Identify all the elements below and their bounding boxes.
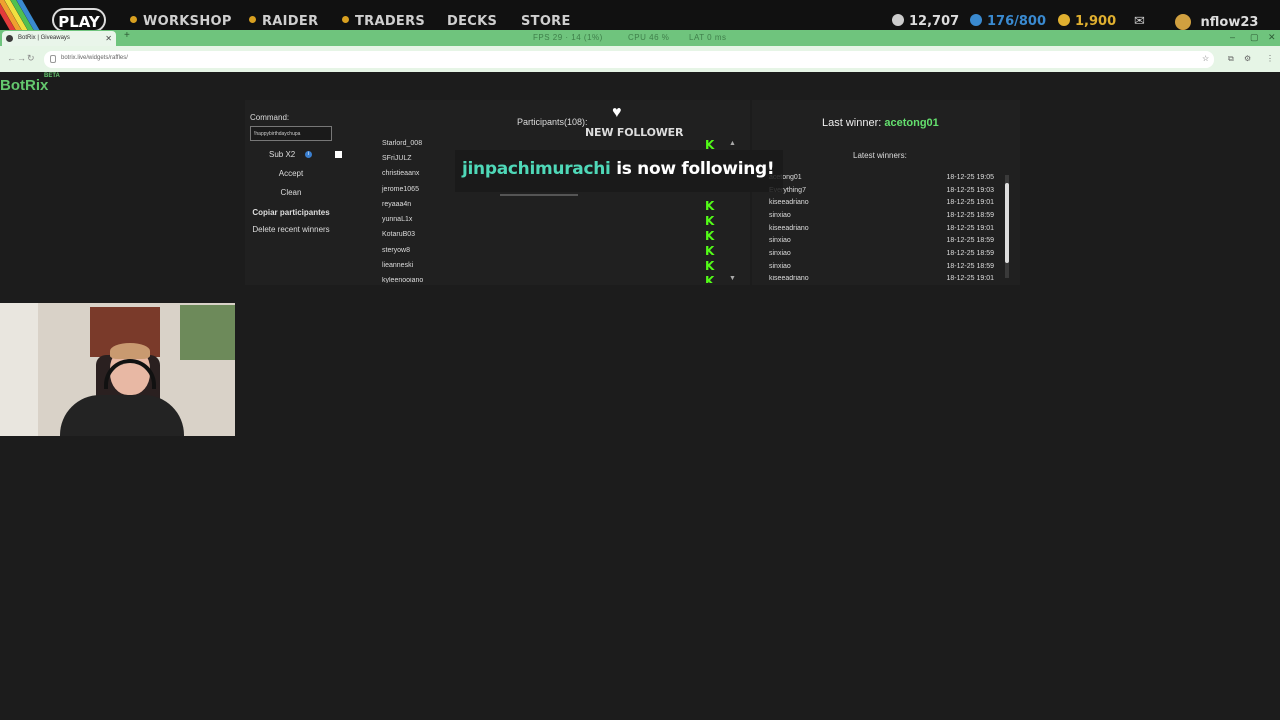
nav-workshop[interactable]: WORKSHOP bbox=[130, 14, 232, 29]
back-icon[interactable]: ← bbox=[7, 53, 16, 63]
participant-item: lieanneski bbox=[382, 262, 414, 269]
favicon-icon bbox=[6, 35, 13, 42]
rainbow-logo-icon bbox=[0, 0, 40, 30]
perf-fps: FPS 29 · 14 (1%) bbox=[533, 33, 603, 42]
participants-scroll-down-icon[interactable]: ▼ bbox=[729, 275, 736, 282]
lock-icon bbox=[50, 55, 56, 63]
avatar-icon bbox=[1175, 14, 1191, 30]
winner-row: kiseeadriano 18-12-25 19:01 bbox=[769, 225, 994, 232]
follower-alert-text: jinpachimurachi is now following! bbox=[462, 159, 775, 179]
nav-traders[interactable]: TRADERS bbox=[342, 14, 425, 29]
command-input[interactable] bbox=[250, 126, 332, 141]
capacity-stat: 176/800 bbox=[970, 14, 1046, 29]
copy-participants-button[interactable]: Copiar participantes bbox=[250, 208, 332, 217]
gold-coin-icon bbox=[1058, 14, 1070, 26]
kick-icon: K bbox=[705, 244, 715, 258]
webcam-feed bbox=[0, 303, 235, 436]
participant-item: SFriJULZ bbox=[382, 155, 412, 162]
winner-row: acetong01 18-12-25 19:05 bbox=[769, 174, 994, 181]
new-tab-button[interactable]: + bbox=[124, 30, 130, 41]
forward-icon[interactable]: → bbox=[17, 53, 26, 63]
perf-lat: LAT 0 ms bbox=[689, 33, 727, 42]
sub-x2-checkbox[interactable] bbox=[335, 151, 342, 158]
nav-raider[interactable]: RAIDER bbox=[249, 14, 318, 29]
participant-item: steryow8 bbox=[382, 247, 411, 254]
participant-item: christieaanx bbox=[382, 170, 420, 177]
currency-stat: 12,707 bbox=[892, 14, 959, 29]
raider-icon bbox=[249, 16, 256, 23]
winner-row: kiseeadriano 18-12-25 19:01 bbox=[769, 199, 994, 206]
alert-divider bbox=[500, 194, 578, 196]
user-profile[interactable]: nflow23 bbox=[1175, 14, 1258, 30]
kick-icon: K bbox=[705, 229, 715, 243]
scrollbar-thumb[interactable] bbox=[1005, 183, 1009, 263]
extensions-icon[interactable]: ⧉ bbox=[1228, 54, 1234, 64]
participant-item: yunnaL1x bbox=[382, 216, 413, 223]
info-icon[interactable]: i bbox=[305, 151, 312, 158]
browser-tab[interactable]: BotRix | Giveaways ✕ bbox=[2, 31, 116, 46]
mail-icon[interactable]: ✉ bbox=[1134, 14, 1145, 29]
reload-icon[interactable]: ↻ bbox=[27, 53, 35, 64]
address-bar: ← → ↻ botrix.live/widgets/raffles/ ☆ ⧉ ⚙… bbox=[0, 46, 1280, 72]
latest-winners-title: Latest winners: bbox=[853, 151, 907, 160]
settings-icon[interactable]: ⚙ bbox=[1244, 54, 1251, 63]
traders-icon bbox=[342, 16, 349, 23]
participant-item: reyaaa4n bbox=[382, 201, 412, 208]
menu-icon[interactable]: ⋮ bbox=[1266, 54, 1274, 63]
perf-cpu: CPU 46 % bbox=[628, 33, 670, 42]
winner-row: sinxiao 18-12-25 18:59 bbox=[769, 263, 994, 270]
url-input[interactable]: botrix.live/widgets/raffles/ bbox=[44, 51, 1214, 68]
winner-row: Everything7 18-12-25 19:03 bbox=[769, 187, 994, 194]
maximize-icon[interactable]: ▢ bbox=[1250, 32, 1259, 43]
last-winner: Last winner: acetong01 bbox=[822, 117, 939, 129]
participant-item: KotaruB03 bbox=[382, 231, 416, 238]
kick-icon: K bbox=[705, 199, 715, 213]
kick-icon: K bbox=[705, 214, 715, 228]
coin-icon bbox=[892, 14, 904, 26]
winner-row: sinxiao 18-12-25 18:59 bbox=[769, 237, 994, 244]
kick-icon: K bbox=[705, 259, 715, 273]
participants-title: Participants(108): bbox=[517, 117, 588, 127]
command-label: Command: bbox=[250, 113, 290, 122]
minimize-icon[interactable]: – bbox=[1230, 32, 1235, 42]
stash-icon bbox=[970, 14, 982, 26]
browser-tab-bar: BotRix | Giveaways ✕ + FPS 29 · 14 (1%) … bbox=[0, 30, 1280, 46]
game-top-bar: PLAY WORKSHOP RAIDER TRADERS DECKS STORE… bbox=[0, 0, 1280, 32]
gold-stat: 1,900 bbox=[1058, 14, 1116, 29]
participants-scroll-up-icon[interactable]: ▲ bbox=[729, 140, 736, 147]
sub-x2-label: Sub X2 bbox=[269, 150, 296, 159]
beta-badge: BETA bbox=[44, 73, 60, 79]
participant-item: Starlord_008 bbox=[382, 140, 423, 147]
bookmark-star-icon[interactable]: ☆ bbox=[1202, 54, 1209, 63]
workshop-icon bbox=[130, 16, 137, 23]
alert-header: NEW FOLLOWER bbox=[585, 126, 684, 139]
winner-row: sinxiao 18-12-25 18:59 bbox=[769, 212, 994, 219]
participant-item: jerome1065 bbox=[382, 186, 419, 193]
participant-item: kyleenooiano bbox=[382, 277, 424, 283]
winners-scrollbar[interactable] bbox=[1005, 175, 1009, 278]
play-button[interactable]: PLAY bbox=[52, 8, 106, 32]
botrix-logo[interactable]: BotRix bbox=[0, 77, 48, 94]
winner-row: kiseeadriano 18-12-25 19:01 bbox=[769, 275, 994, 282]
accept-button[interactable]: Accept bbox=[250, 169, 332, 178]
clean-button[interactable]: Clean bbox=[250, 188, 332, 197]
nav-store[interactable]: STORE bbox=[521, 14, 571, 29]
winner-row: sinxiao 18-12-25 18:59 bbox=[769, 250, 994, 257]
kick-icon: K bbox=[705, 276, 715, 283]
delete-recent-winners-button[interactable]: Delete recent winners bbox=[250, 225, 332, 234]
close-tab-icon[interactable]: ✕ bbox=[105, 31, 112, 46]
close-window-icon[interactable]: ✕ bbox=[1268, 32, 1276, 43]
heart-icon: ♥ bbox=[612, 104, 622, 121]
nav-decks[interactable]: DECKS bbox=[447, 14, 497, 29]
